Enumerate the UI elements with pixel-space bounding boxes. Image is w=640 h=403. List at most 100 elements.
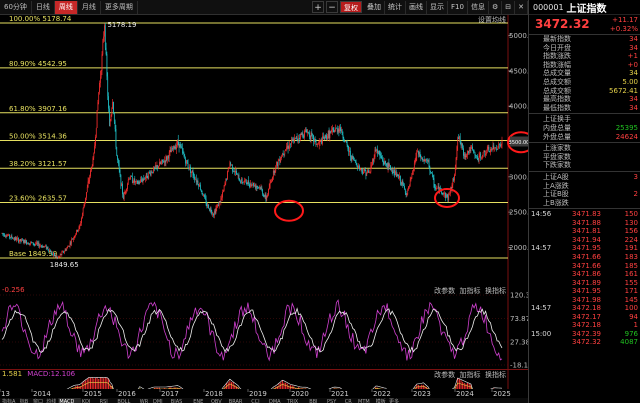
info-button[interactable]: 信息	[468, 0, 489, 14]
indicator-tab-cr[interactable]: CR	[345, 399, 352, 403]
candle-body	[229, 162, 231, 168]
rights-button[interactable]: 复权	[340, 1, 363, 13]
close-icon[interactable]: ✕	[515, 0, 528, 14]
candle-body	[332, 128, 334, 130]
indicator-tab-macd[interactable]: MACD	[58, 398, 81, 403]
stat-value: 34	[629, 95, 638, 104]
indicator-tab-ene[interactable]: ENE	[193, 399, 203, 403]
candle-body	[457, 137, 459, 147]
candle-body	[481, 157, 483, 158]
indicator-tab-trix[interactable]: TRIX	[286, 399, 299, 403]
candle-body	[405, 193, 407, 195]
candle-body	[321, 139, 323, 144]
candle-body	[475, 155, 477, 156]
candle-body	[340, 129, 342, 132]
tick-time	[531, 227, 563, 236]
indicator-tab-窗口[interactable]: 窗口	[33, 398, 43, 403]
candle-body	[395, 171, 397, 177]
candle-body	[228, 167, 230, 169]
stat-label: 最高指数	[543, 95, 571, 104]
macd-add-indicator[interactable]: 加指标	[460, 371, 481, 379]
macd-edit-params[interactable]: 改参数	[434, 371, 455, 379]
candle-body	[307, 131, 309, 134]
indicator-tab-rsi[interactable]: RSI	[100, 399, 108, 403]
candle-body	[390, 165, 391, 170]
candle-body	[132, 182, 134, 184]
indicator-tab-标b[interactable]: 标B	[20, 398, 29, 403]
candle-body	[240, 178, 242, 183]
indicator-tab-bbi[interactable]: BBI	[309, 399, 317, 403]
f10-button[interactable]: F10	[448, 0, 468, 14]
layout-icon[interactable]: ⊟	[502, 0, 516, 14]
tab-60min[interactable]: 60分钟	[0, 0, 32, 14]
indicator-tab-mtm[interactable]: MTM	[358, 399, 370, 403]
candle-body	[430, 171, 432, 173]
indicator-tab-brar[interactable]: BRAR	[229, 399, 243, 403]
indicator-tab-均线[interactable]: 均线	[46, 398, 56, 403]
indicator-tab-label: 模板	[376, 398, 386, 403]
kdj-chart[interactable]: 120.35 73.87 27.38 -18.11	[0, 285, 535, 370]
candle-body	[127, 179, 129, 184]
year-label: 2015	[84, 390, 102, 398]
candle-body	[108, 96, 109, 109]
draw-line-button[interactable]: 画线	[406, 0, 428, 14]
tick-volume: 185	[624, 261, 638, 270]
zoom-out-button[interactable]: −	[326, 1, 339, 13]
candle-body	[497, 147, 499, 150]
indicator-tab-boll[interactable]: BOLL	[117, 399, 130, 403]
indicator-tab-kdj[interactable]: KDJ	[82, 399, 91, 403]
indicator-tab-dma[interactable]: DMA	[269, 399, 281, 403]
candle-body	[280, 158, 282, 163]
kdj-add-indicator[interactable]: 加指标	[460, 287, 481, 295]
zoom-in-button[interactable]: +	[312, 1, 325, 13]
tick-row: 3471.66 183	[529, 253, 640, 262]
indicator-tab-模板[interactable]: 模板	[376, 398, 386, 403]
candle-body	[275, 165, 277, 172]
candle-body	[93, 153, 95, 158]
stats-button[interactable]: 统计	[385, 0, 407, 14]
kline-panel[interactable]: 5000.00 4500.00 4000.00 3500.00 3000.00 2500.…	[0, 15, 538, 285]
candle-body	[189, 166, 191, 169]
stat-row: 最高指数 34	[529, 95, 640, 104]
indicator-tab-指标a[interactable]: 指标A	[2, 398, 16, 403]
macd-switch-indicator[interactable]: 换指标	[485, 371, 506, 379]
candle-body	[272, 177, 273, 182]
indicator-tab-wr[interactable]: WR	[140, 399, 149, 403]
year-label: 2017	[161, 390, 179, 398]
indicator-tab-psy[interactable]: PSY	[327, 399, 337, 403]
display-button[interactable]: 显示	[427, 0, 449, 14]
tick-price: 3471.81	[572, 227, 601, 236]
stat-label: 最低指数	[543, 103, 571, 112]
ma-settings-button[interactable]: 设置均线	[478, 15, 506, 25]
tick-volume: 130	[624, 218, 638, 227]
tab-weekly[interactable]: 周线	[54, 0, 78, 14]
kdj-panel[interactable]: 120.35 73.87 27.38 -18.11 -0.256 改参数 加指标 换指…	[0, 285, 535, 370]
indicator-tab-bias[interactable]: BIAS	[171, 399, 183, 403]
candle-body	[492, 145, 494, 150]
stat-label: 总成交额	[543, 77, 571, 86]
candle-body	[177, 140, 179, 143]
candle-body	[369, 171, 371, 173]
tab-monthly[interactable]: 月线	[78, 0, 101, 14]
candle-body	[190, 171, 192, 173]
kdj-edit-params[interactable]: 改参数	[434, 287, 455, 295]
candle-body	[205, 198, 207, 205]
tab-more-periods[interactable]: 更多周期	[101, 0, 138, 14]
overlay-button[interactable]: 叠加	[364, 0, 386, 14]
kline-chart[interactable]: 5000.00 4500.00 4000.00 3500.00 3000.00 2500.…	[0, 15, 538, 285]
year-label: 2023	[413, 390, 431, 398]
indicator-tab-更多[interactable]: 更多	[389, 398, 399, 403]
indicator-tab-dmi[interactable]: DMI	[153, 399, 163, 403]
candle-body	[222, 190, 224, 193]
stat-label: 上B涨跌	[543, 198, 569, 207]
kdj-switch-indicator[interactable]: 换指标	[485, 287, 506, 295]
tick-volume: 224	[624, 235, 638, 244]
tick-row: 14:57 3472.18 100	[529, 304, 640, 313]
indicator-tab-cci[interactable]: CCI	[251, 399, 259, 403]
settings-icon[interactable]: ⚙	[489, 0, 503, 14]
tab-daily[interactable]: 日线	[32, 0, 55, 14]
candle-body	[385, 160, 386, 164]
indicator-tab-obv[interactable]: OBV	[211, 399, 222, 403]
candle-body	[417, 150, 418, 152]
candle-body	[40, 245, 42, 247]
